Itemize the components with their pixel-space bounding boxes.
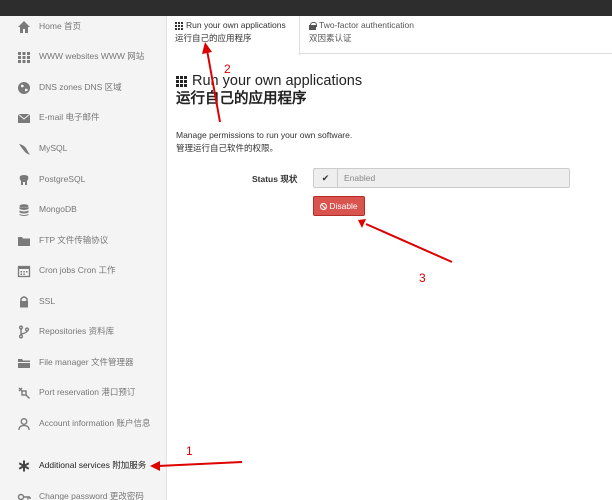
description-en: Manage permissions to run your own softw… [176,130,353,140]
page-title-en: Run your own applications [192,73,363,89]
sidebar-item-label: Additional services 附加服务 [39,460,147,470]
status-label: Status 现状 [252,174,298,184]
dolphin-icon [17,142,31,156]
envelope-icon [17,111,31,125]
description-zh: 管理运行自己软件的权限。 [176,143,279,153]
sidebar-item-label: Cron jobs Cron 工作 [39,265,116,275]
plug-icon [17,386,31,400]
elephant-icon [17,173,31,187]
sidebar-item-label: SSL [39,296,56,306]
sidebar-item-label: File manager 文件管理器 [39,357,134,367]
sidebar-item-label: Home 首页 [39,21,82,31]
tab-label: Two-factor authentication [319,20,414,30]
sidebar-item-label: MongoDB [39,204,77,214]
grid-icon [176,75,187,87]
sidebar-item-label: PostgreSQL [39,174,86,184]
sidebar-item-label: WWW websites WWW 网站 [39,51,145,61]
sidebar-item-label: MySQL [39,143,68,153]
tab-two-factor[interactable]: Two-factor authentication 双因素认证 [301,16,451,54]
key-icon [17,490,31,500]
file-folder-icon [17,356,31,370]
check-icon: ✔ [314,169,338,187]
page-description: Manage permissions to run your own softw… [176,129,352,155]
lock-icon [309,21,317,30]
globe-icon [17,81,31,95]
disable-button-label: Disable [329,201,358,211]
calendar-icon [17,264,31,278]
lock-icon [17,295,31,309]
status-value: Enabled [344,173,376,183]
ban-icon [320,202,328,210]
user-icon [17,417,31,431]
grid-icon [175,21,183,30]
grid-icon [17,50,31,64]
sidebar-item-label: Repositories 资料库 [39,326,115,336]
page-title-zh: 运行自己的应用程序 [176,91,307,107]
tab-bar: Run your own applications 运行自己的应用程序 Two-… [167,16,612,55]
sidebar-item-label: FTP 文件传输协议 [39,235,109,245]
top-bar [0,0,612,16]
home-icon [17,20,31,34]
page-title: Run your own applications 运行自己的应用程序 [176,72,362,108]
sidebar-item-label: Account information 账户信息 [39,418,151,428]
disable-button[interactable]: Disable [313,196,365,216]
sidebar-item-label: Port reservation 港口预订 [39,387,136,397]
annotation-number: 1 [186,444,193,458]
tab-label-zh: 双因素认证 [309,33,352,43]
annotation-number: 2 [224,62,231,76]
tab-run-applications[interactable]: Run your own applications 运行自己的应用程序 [167,16,300,55]
sidebar: Home 首页 WWW websites WWW 网站 DNS zones DN… [0,16,167,500]
asterisk-icon [17,459,31,473]
database-icon [17,203,31,217]
branch-icon [17,325,31,339]
sidebar-item-label: Change password 更改密码 [39,491,144,500]
status-field: ✔ Enabled [313,168,570,188]
annotation-number: 3 [419,271,426,285]
tab-label-zh: 运行自己的应用程序 [175,33,252,43]
folder-icon [17,234,31,248]
sidebar-item-label: E-mail 电子邮件 [39,112,100,122]
sidebar-item-label: DNS zones DNS 区域 [39,82,122,92]
tab-label: Run your own applications [186,20,286,30]
